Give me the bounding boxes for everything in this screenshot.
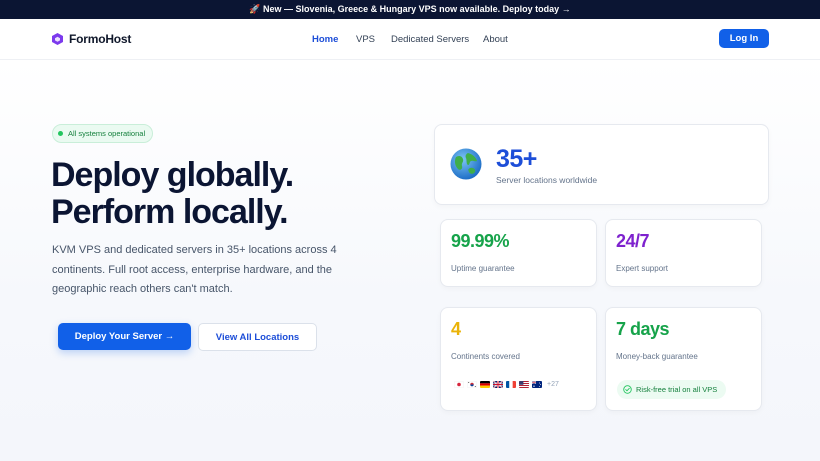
brand-name: FormoHost [69, 32, 132, 46]
login-button[interactable]: Log In [719, 29, 769, 48]
status-text: All systems operational [68, 129, 146, 138]
hero-description: KVM VPS and dedicated servers in 35+ loc… [52, 244, 337, 295]
continents-stat-card: 4 Continents covered +27 [440, 307, 597, 411]
nav-link-vps[interactable]: VPS [356, 34, 375, 45]
shield-logo-icon [52, 33, 63, 45]
japan-flag-icon [454, 381, 464, 388]
continents-value: 4 [451, 319, 461, 339]
australia-flag-icon [532, 381, 542, 388]
moneyback-label: Money-back guarantee [616, 352, 698, 361]
headline-line-1: Deploy globally. [51, 156, 294, 194]
uptime-label: Uptime guarantee [451, 264, 515, 273]
announcement-text[interactable]: 🚀 New — Slovenia, Greece & Hungary VPS n… [249, 4, 570, 15]
nav-link-home[interactable]: Home [312, 34, 338, 45]
moneyback-stat-card: 7 days Money-back guarantee Risk-free tr… [605, 307, 762, 411]
germany-flag-icon [480, 381, 490, 388]
locations-stat-card: 35+ Server locations worldwide [434, 124, 769, 205]
continents-label: Continents covered [451, 352, 520, 361]
trial-text: Risk-free trial on all VPS [636, 385, 718, 394]
hero-headline: Deploy globally. Perform locally. [51, 156, 294, 231]
uptime-stat-card: 99.99% Uptime guarantee [440, 219, 597, 287]
moneyback-value: 7 days [616, 319, 670, 339]
uptime-value: 99.99% [451, 231, 510, 251]
support-stat-card: 24/7 Expert support [605, 219, 762, 287]
view-locations-button[interactable]: View All Locations [198, 323, 317, 351]
brand-logo[interactable]: FormoHost [52, 32, 131, 46]
top-navigation: FormoHost Home VPS Dedicated Servers Abo… [0, 19, 820, 60]
nav-link-about[interactable]: About [483, 34, 508, 45]
support-label: Expert support [616, 264, 669, 273]
support-value: 24/7 [616, 231, 650, 251]
uk-flag-icon [493, 381, 503, 388]
globe-icon [450, 148, 482, 180]
nav-link-dedicated-servers[interactable]: Dedicated Servers [391, 34, 469, 45]
south-korea-flag-icon [467, 381, 477, 388]
france-flag-icon [506, 381, 516, 388]
trial-badge: Risk-free trial on all VPS [617, 380, 726, 399]
announcement-bar[interactable]: 🚀 New — Slovenia, Greece & Hungary VPS n… [0, 0, 820, 19]
country-flags: +27 [454, 381, 559, 388]
check-circle-icon [623, 385, 632, 394]
headline-line-2: Perform locally. [51, 193, 289, 231]
status-dot-icon [58, 131, 63, 136]
locations-label: Server locations worldwide [496, 175, 598, 185]
status-badge: All systems operational [52, 124, 153, 143]
usa-flag-icon [519, 381, 529, 388]
deploy-server-button[interactable]: Deploy Your Server → [58, 323, 191, 350]
more-countries-count: +27 [547, 381, 559, 388]
locations-value: 35+ [496, 145, 537, 173]
